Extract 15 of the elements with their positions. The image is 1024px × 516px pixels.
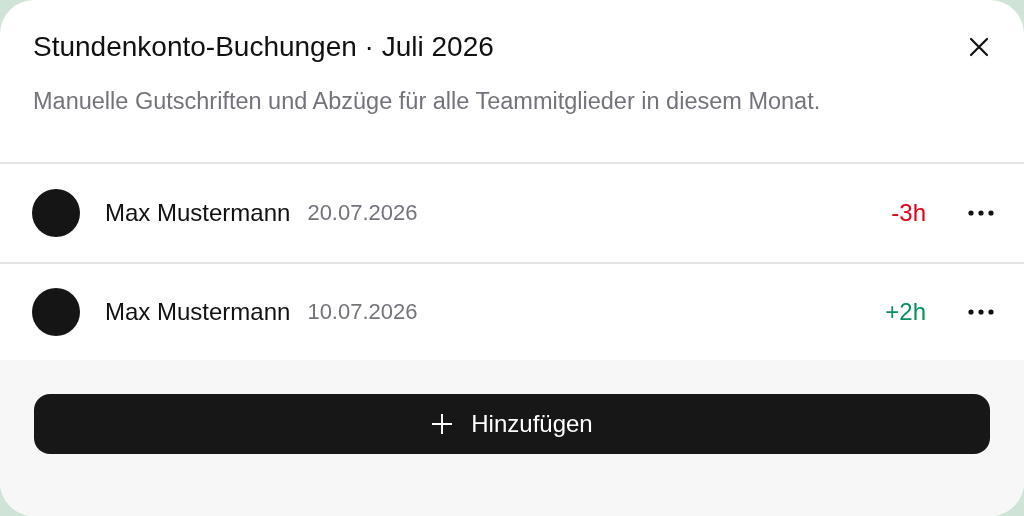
member-name: Max Mustermann [105,199,291,227]
close-icon[interactable] [968,36,990,58]
more-icon[interactable] [968,309,994,315]
dialog-title: Stundenkonto-Buchungen · Juli 2026 [33,30,494,64]
entry-date: 20.07.2026 [307,200,418,226]
dialog-description: Manuelle Gutschriften und Abzüge für alle Teammitglieder in diesem Monat. [33,87,822,116]
plus-icon [431,413,454,435]
avatar-icon [32,189,80,237]
member-name: Max Mustermann [105,298,291,326]
entry-date: 10.07.2026 [307,299,418,325]
hours-amount: +2h [885,298,926,326]
more-icon[interactable] [968,210,994,216]
avatar-icon [32,288,80,336]
add-button[interactable]: Hinzufügen [34,394,990,454]
hours-amount: -3h [891,199,926,227]
